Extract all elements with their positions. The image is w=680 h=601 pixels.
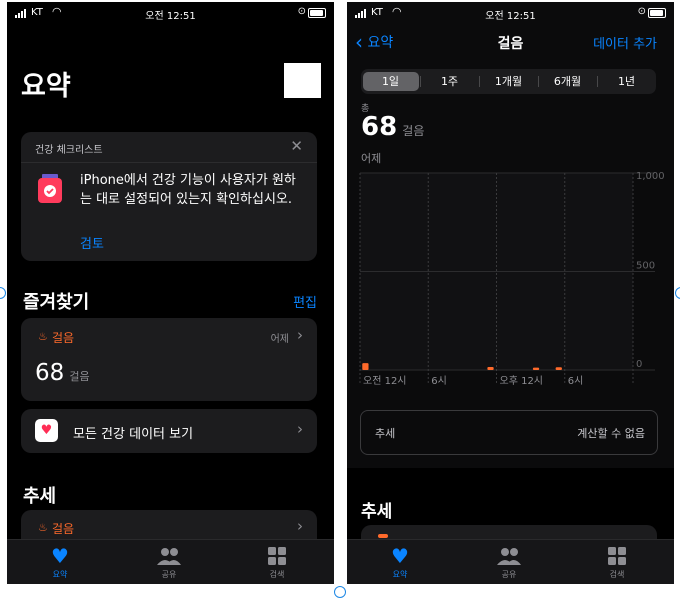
favorites-title: 즐겨찾기 — [23, 292, 90, 313]
segment-1[interactable]: 1주 — [422, 72, 478, 91]
grid-icon — [587, 546, 647, 566]
y-tick-label: 500 — [636, 261, 655, 272]
summary-screen: KT ◠ 오전 12:51 ⊙ 요약 건강 체크리스트 ✕ iPhone에서 건… — [7, 2, 334, 584]
steps-card[interactable]: ♨ 걸음 어제 › 68 걸음 — [21, 318, 317, 401]
checklist-message: iPhone에서 건강 기능이 사용자가 원하는 대로 설정되어 있는지 확인하… — [80, 173, 296, 207]
resize-handle[interactable] — [675, 287, 680, 299]
segment-divider — [597, 76, 598, 87]
steps-unit: 걸음 — [69, 370, 90, 383]
segment-2[interactable]: 1개월 — [481, 72, 537, 91]
trends-title: 추세 — [361, 502, 393, 522]
y-tick-label: 1,000 — [636, 171, 665, 182]
checklist-header: 건강 체크리스트 — [35, 145, 103, 156]
resize-handle[interactable] — [0, 287, 6, 299]
tab-sharing[interactable]: 공유 — [479, 546, 539, 580]
tab-sharing[interactable]: 공유 — [139, 546, 199, 580]
bar-hour-17 — [555, 367, 562, 370]
steps-value: 68 — [35, 360, 65, 386]
segment-divider — [420, 76, 421, 87]
flame-icon: ♨ — [38, 330, 48, 343]
tab-sharing-label: 공유 — [501, 570, 517, 579]
trends-title: 추세 — [23, 486, 57, 507]
x-tick-label: 6시 — [568, 375, 584, 387]
status-bar: KT ◠ 오전 12:51 ⊙ — [347, 2, 674, 24]
people-icon — [139, 546, 199, 566]
x-tick-label: 오후 12시 — [500, 375, 544, 387]
tab-summary[interactable]: ♥ 요약 — [370, 546, 430, 580]
edit-button[interactable]: 편집 — [293, 292, 317, 311]
tab-summary-label: 요약 — [52, 570, 68, 579]
steps-detail-screen: KT ◠ 오전 12:51 ⊙ ‹ 요약 걸음 데이터 추가 1일 1주 1개월 6개… — [347, 2, 674, 584]
tab-browse-label: 검색 — [609, 570, 625, 579]
close-icon[interactable]: ✕ — [290, 137, 303, 155]
segment-divider — [479, 76, 480, 87]
flame-icon: ♨ — [38, 521, 48, 534]
profile-avatar[interactable] — [284, 63, 321, 98]
all-health-data-label: 모든 건강 데이터 보기 — [73, 427, 194, 442]
status-time: 오전 12:51 — [485, 11, 536, 22]
heart-icon: ♥ — [391, 544, 409, 568]
steps-value-row: 68 걸음 — [35, 360, 90, 386]
bar-hour-15 — [532, 367, 540, 370]
tab-bar: ♥ 요약 공유 검색 — [347, 539, 674, 584]
checklist-icon — [37, 174, 63, 204]
status-time: 오전 12:51 — [145, 11, 196, 22]
time-range-control: 1일 1주 1개월 6개월 1년 — [361, 69, 656, 94]
bar-hour-11 — [487, 367, 494, 370]
x-tick-label: 6시 — [431, 375, 447, 387]
tab-bar: ♥ 요약 공유 검색 — [7, 539, 334, 584]
people-icon — [479, 546, 539, 566]
total-unit: 걸음 — [402, 124, 425, 138]
battery-icon — [308, 8, 326, 18]
segment-0[interactable]: 1일 — [362, 72, 419, 91]
battery-icon — [648, 8, 666, 18]
chevron-right-icon: › — [297, 517, 303, 535]
review-link[interactable]: 검토 — [80, 233, 104, 252]
health-checklist-card: 건강 체크리스트 ✕ iPhone에서 건강 기능이 사용자가 원하는 대로 설… — [21, 132, 317, 261]
status-bar: KT ◠ 오전 12:51 ⊙ — [7, 2, 334, 24]
heart-icon: ♥ — [51, 544, 69, 568]
grid-icon — [247, 546, 307, 566]
divider — [21, 162, 317, 163]
tab-browse-label: 검색 — [269, 570, 285, 579]
trend-row[interactable]: 추세 계산할 수 없음 — [360, 410, 658, 455]
bar-hour-0 — [362, 363, 369, 370]
steps-chart: 1,000 500 0 오전 12시 6시 오후 12시 6시 — [359, 171, 665, 387]
segment-3[interactable]: 6개월 — [540, 72, 596, 91]
flame-icon — [378, 534, 388, 538]
tab-sharing-label: 공유 — [161, 570, 177, 579]
total-value: 68 — [361, 112, 398, 142]
steps-date: 어제 — [270, 334, 289, 345]
trend-value: 계산할 수 없음 — [577, 427, 645, 440]
segment-4[interactable]: 1년 — [599, 72, 655, 91]
all-health-data-row[interactable]: ♥ 모든 건강 데이터 보기 › — [21, 409, 317, 453]
orientation-lock-icon: ⊙ — [637, 6, 646, 17]
tab-summary-label: 요약 — [392, 570, 408, 579]
x-tick-label: 오전 12시 — [363, 375, 407, 387]
heart-app-icon: ♥ — [35, 419, 58, 442]
date-label: 어제 — [361, 152, 382, 165]
add-data-button[interactable]: 데이터 추가 — [593, 33, 657, 52]
y-tick-label: 0 — [636, 359, 642, 370]
tab-summary[interactable]: ♥ 요약 — [30, 546, 90, 580]
tab-browse[interactable]: 검색 — [587, 546, 647, 580]
resize-handle[interactable] — [334, 586, 346, 598]
orientation-lock-icon: ⊙ — [297, 6, 306, 17]
total-row: 68 걸음 — [361, 112, 424, 142]
trend-label: 추세 — [375, 427, 396, 440]
page-title: 요약 — [21, 71, 71, 102]
chevron-right-icon: › — [297, 326, 303, 344]
tab-browse[interactable]: 검색 — [247, 546, 307, 580]
chevron-right-icon: › — [297, 420, 303, 438]
steps-label: 걸음 — [52, 331, 75, 345]
trend-steps-label: 걸음 — [52, 522, 75, 536]
segment-divider — [538, 76, 539, 87]
